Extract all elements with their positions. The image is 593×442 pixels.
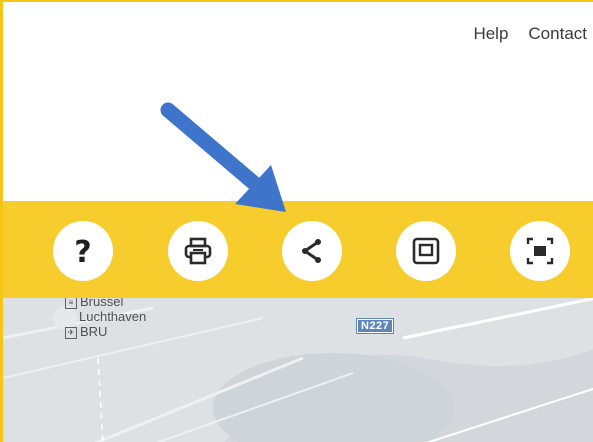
- map-view[interactable]: ≡ Brussel Luchthaven ✈ BRU N227: [3, 298, 593, 442]
- place-line-1: Brussel: [80, 298, 124, 309]
- svg-text:?: ?: [74, 235, 91, 270]
- fullscreen-button[interactable]: [510, 221, 570, 281]
- frame-button[interactable]: [396, 221, 456, 281]
- top-nav: Help Contact: [473, 24, 587, 44]
- place-line-2: Luchthaven: [79, 309, 147, 324]
- fullscreen-icon: [526, 237, 554, 265]
- frame-icon: [412, 237, 440, 265]
- help-link[interactable]: Help: [473, 24, 508, 44]
- airport-icon: ✈: [65, 326, 77, 339]
- share-button[interactable]: [282, 221, 342, 281]
- building-icon: ≡: [65, 298, 77, 309]
- help-button[interactable]: ?: [53, 221, 113, 281]
- map-toolbar: ?: [3, 201, 593, 298]
- printer-icon: [184, 237, 212, 265]
- airport-code: BRU: [80, 324, 108, 339]
- print-button[interactable]: [168, 221, 228, 281]
- page-frame: Help Contact ? ≡ Brussel Luchthaven ✈ BR…: [0, 0, 593, 442]
- share-icon: [302, 239, 321, 263]
- road-badge: N227: [355, 318, 395, 334]
- question-mark-icon: ?: [74, 235, 91, 270]
- map-place-label: ≡ Brussel Luchthaven ✈ BRU: [65, 298, 146, 339]
- contact-link[interactable]: Contact: [528, 24, 587, 44]
